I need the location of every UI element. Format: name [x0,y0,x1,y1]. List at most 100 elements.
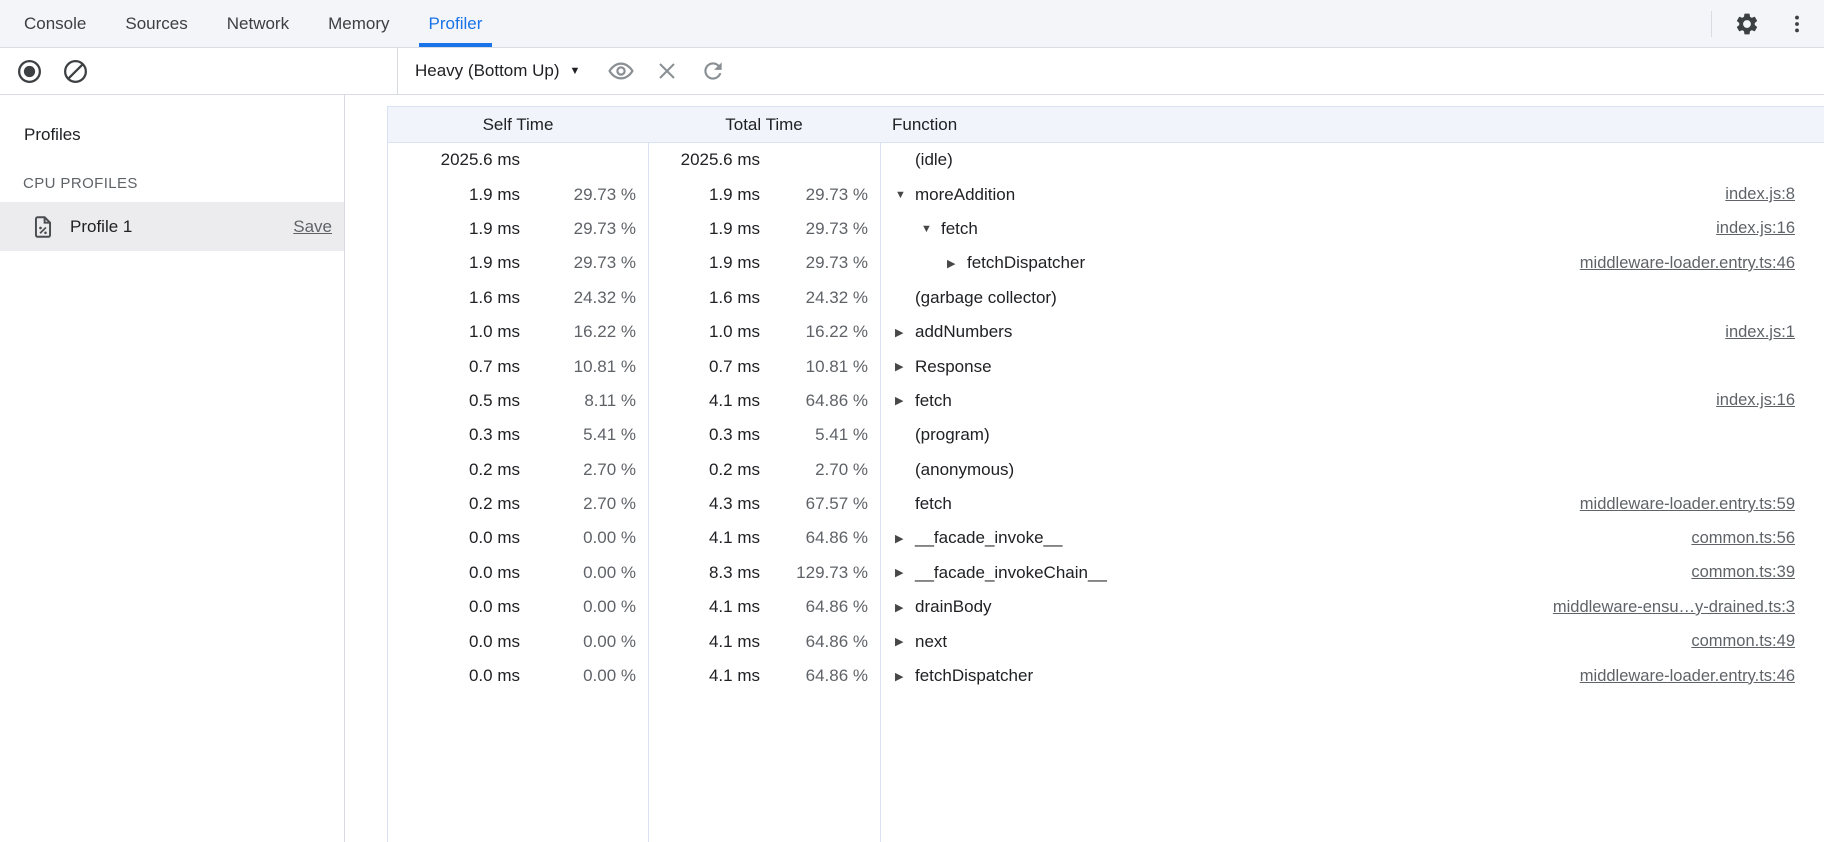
devtools-tab-bar: Console Sources Network Memory Profiler [0,0,1824,48]
grid-row[interactable]: 0.2 ms2.70 %4.3 ms67.57 %fetchmiddleware… [388,487,1824,521]
total-time-cell: 4.1 ms64.86 % [648,666,880,686]
grid-row[interactable]: 1.9 ms29.73 %1.9 ms29.73 %▶fetchDispatch… [388,246,1824,280]
total-time-percent: 24.32 % [760,288,868,308]
total-time-percent: 10.81 % [760,357,868,377]
expand-arrow-icon[interactable]: ▼ [921,223,941,235]
grid-row[interactable]: 0.0 ms0.00 %4.1 ms64.86 %▶fetchDispatche… [388,659,1824,693]
tab-profiler[interactable]: Profiler [429,0,483,47]
grid-row[interactable]: 1.0 ms16.22 %1.0 ms16.22 %▶addNumbersind… [388,315,1824,349]
source-link[interactable]: middleware-loader.entry.ts:46 [1580,667,1795,686]
self-time-ms: 0.0 ms [388,632,520,652]
function-name: fetch [915,494,952,514]
total-time-ms: 4.1 ms [648,632,760,652]
total-time-percent: 64.86 % [760,666,868,686]
more-options-button[interactable] [1782,9,1812,39]
total-time-cell: 0.3 ms5.41 % [648,425,880,445]
expand-arrow-icon[interactable]: ▼ [895,189,915,201]
expand-arrow-icon[interactable]: ▶ [895,566,915,579]
expand-arrow-icon[interactable]: ▶ [895,635,915,648]
self-time-ms: 0.3 ms [388,425,520,445]
expand-arrow-icon[interactable]: ▶ [895,360,915,373]
expand-arrow-icon[interactable]: ▶ [895,670,915,683]
function-name: __facade_invokeChain__ [915,563,1107,583]
total-time-percent: 29.73 % [760,253,868,273]
self-time-percent: 2.70 % [520,494,636,514]
tab-memory[interactable]: Memory [328,0,389,47]
self-time-percent: 5.41 % [520,425,636,445]
tab-sources[interactable]: Sources [125,0,187,47]
kebab-menu-icon [1786,13,1808,35]
function-name: (garbage collector) [915,288,1057,308]
expand-arrow-icon[interactable]: ▶ [895,601,915,614]
grid-row[interactable]: 0.2 ms2.70 %0.2 ms2.70 %(anonymous) [388,453,1824,487]
expand-arrow-icon[interactable]: ▶ [895,394,915,407]
source-link[interactable]: middleware-ensu…y-drained.ts:3 [1553,598,1795,617]
function-cell: fetch middleware-loader.entry.ts:59 [880,494,1824,514]
self-time-cell: 1.9 ms29.73 % [388,219,648,239]
function-name: (program) [915,425,990,445]
self-time-ms: 0.0 ms [388,597,520,617]
total-time-cell: 0.2 ms2.70 % [648,460,880,480]
grid-row[interactable]: 1.6 ms24.32 %1.6 ms24.32 %(garbage colle… [388,281,1824,315]
function-cell: ▶drainBodymiddleware-ensu…y-drained.ts:3 [880,597,1824,617]
exclude-selected-button[interactable] [652,56,682,86]
column-header-function[interactable]: Function [880,115,1824,135]
tab-console[interactable]: Console [24,0,86,47]
total-time-percent: 2.70 % [760,460,868,480]
total-time-ms: 4.1 ms [648,666,760,686]
grid-row[interactable]: 2025.6 ms2025.6 ms(idle) [388,143,1824,177]
total-time-ms: 1.0 ms [648,322,760,342]
settings-button[interactable] [1732,9,1762,39]
grid-row[interactable]: 0.0 ms0.00 %4.1 ms64.86 %▶__facade_invok… [388,521,1824,555]
profile-view-select[interactable]: Heavy (Bottom Up) ▼ [415,61,580,81]
self-time-ms: 0.2 ms [388,460,520,480]
total-time-ms: 1.6 ms [648,288,760,308]
self-time-cell: 0.0 ms0.00 % [388,563,648,583]
total-time-percent: 64.86 % [760,528,868,548]
total-time-ms: 2025.6 ms [648,150,760,170]
expand-arrow-icon[interactable]: ▶ [895,532,915,545]
record-button[interactable] [14,56,44,86]
self-time-cell: 0.0 ms0.00 % [388,528,648,548]
grid-row[interactable]: 0.3 ms5.41 %0.3 ms5.41 %(program) [388,418,1824,452]
source-link[interactable]: common.ts:49 [1691,632,1795,651]
total-time-percent: 5.41 % [760,425,868,445]
grid-row[interactable]: 0.7 ms10.81 %0.7 ms10.81 %▶Response [388,349,1824,383]
source-link[interactable]: index.js:8 [1725,185,1795,204]
expand-arrow-icon[interactable]: ▶ [947,257,967,270]
total-time-cell: 0.7 ms10.81 % [648,357,880,377]
profile-item[interactable]: Profile 1 Save [0,202,344,251]
grid-row[interactable]: 0.0 ms0.00 %4.1 ms64.86 %▶nextcommon.ts:… [388,624,1824,658]
source-link[interactable]: common.ts:56 [1691,529,1795,548]
sidebar-heading: Profiles [0,95,344,145]
total-time-cell: 8.3 ms129.73 % [648,563,880,583]
clear-profiles-button[interactable] [60,56,90,86]
self-time-ms: 0.0 ms [388,563,520,583]
source-link[interactable]: middleware-loader.entry.ts:46 [1580,254,1795,273]
refresh-button[interactable] [698,56,728,86]
save-profile-link[interactable]: Save [293,217,332,237]
source-link[interactable]: common.ts:39 [1691,563,1795,582]
grid-row[interactable]: 1.9 ms29.73 %1.9 ms29.73 %▼fetchindex.js… [388,212,1824,246]
grid-row[interactable]: 0.0 ms0.00 %8.3 ms129.73 % ▶__facade_invo… [388,556,1824,590]
source-link[interactable]: index.js:1 [1725,323,1795,342]
function-cell: (anonymous) [880,460,1824,480]
grid-rows: 2025.6 ms2025.6 ms(idle)1.9 ms29.73 %1.9… [388,143,1824,693]
focus-selected-button[interactable] [606,56,636,86]
source-link[interactable]: index.js:16 [1716,391,1795,410]
self-time-cell: 0.2 ms2.70 % [388,494,648,514]
grid-row[interactable]: 0.0 ms0.00 %4.1 ms64.86 %▶drainBodymiddl… [388,590,1824,624]
total-time-cell: 1.0 ms16.22 % [648,322,880,342]
grid-row[interactable]: 0.5 ms8.11 %4.1 ms64.86 %▶fetchindex.js:… [388,384,1824,418]
self-time-cell: 0.2 ms2.70 % [388,460,648,480]
column-header-total-time[interactable]: Total Time [648,115,880,135]
tab-network[interactable]: Network [227,0,289,47]
source-link[interactable]: index.js:16 [1716,219,1795,238]
expand-arrow-icon[interactable]: ▶ [895,326,915,339]
column-header-self-time[interactable]: Self Time [388,115,648,135]
total-time-percent: 29.73 % [760,219,868,239]
profile-data-area: Self Time Total Time Function 2025.6 ms2… [345,95,1824,842]
grid-row[interactable]: 1.9 ms29.73 %1.9 ms29.73 %▼moreAdditioni… [388,177,1824,211]
function-name: moreAddition [915,185,1015,205]
source-link[interactable]: middleware-loader.entry.ts:59 [1580,495,1795,514]
